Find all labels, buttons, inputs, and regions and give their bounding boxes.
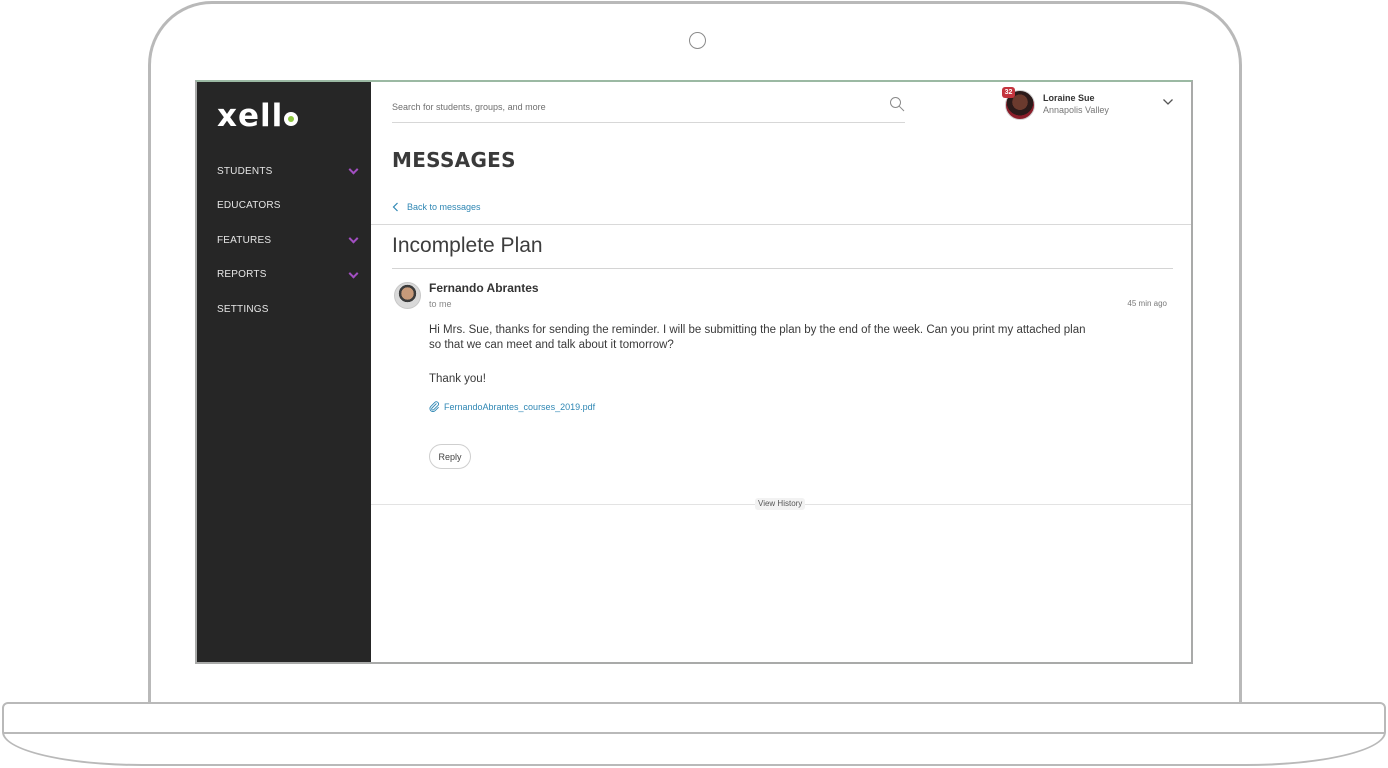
search-bar <box>392 92 905 123</box>
sidebar-item-label: EDUCATORS <box>217 200 281 212</box>
message-closing: Thank you! <box>429 373 486 385</box>
message-body: Hi Mrs. Sue, thanks for sending the remi… <box>429 324 1086 351</box>
sidebar-item-features[interactable]: FEATURES <box>197 223 371 258</box>
sidebar-item-label: SETTINGS <box>217 303 269 315</box>
laptop-base <box>2 702 1386 766</box>
message-subject: Incomplete Plan <box>392 234 543 257</box>
sidebar-item-label: STUDENTS <box>217 165 273 177</box>
back-link-label: Back to messages <box>407 202 481 212</box>
sidebar-item-students[interactable]: STUDENTS <box>197 154 371 189</box>
message-recipient: to me <box>429 299 452 309</box>
reply-button[interactable]: Reply <box>429 444 471 469</box>
sidebar-item-label: REPORTS <box>217 269 267 281</box>
user-menu[interactable]: 32 Loraine Sue Annapolis Valley <box>1002 87 1175 122</box>
sidebar-item-label: FEATURES <box>217 234 272 246</box>
search-icon[interactable] <box>889 96 905 112</box>
logo-o-icon <box>284 112 299 126</box>
sender-name: Fernando Abrantes <box>429 281 539 295</box>
user-school: Annapolis Valley <box>1043 105 1109 115</box>
chevron-down-icon[interactable] <box>1162 98 1174 106</box>
logo-text: xell <box>217 98 284 134</box>
main-content: 32 Loraine Sue Annapolis Valley MESSAGES… <box>371 82 1191 662</box>
view-history-button[interactable]: View History <box>755 498 806 510</box>
page-title: MESSAGES <box>392 148 516 172</box>
chevron-down-icon <box>348 268 359 279</box>
app-screen: xell STUDENTS EDUCATORS FEATURES REPORTS… <box>195 80 1193 664</box>
chevron-down-icon <box>348 233 359 244</box>
camera-icon <box>689 32 706 49</box>
user-name: Loraine Sue <box>1043 93 1095 103</box>
sidebar-item-settings[interactable]: SETTINGS <box>197 292 371 327</box>
attachment-link[interactable]: FernandoAbrantes_courses_2019.pdf <box>429 401 595 412</box>
sidebar: xell STUDENTS EDUCATORS FEATURES REPORTS… <box>197 82 371 662</box>
paperclip-icon <box>429 401 439 412</box>
divider <box>392 268 1173 269</box>
sidebar-item-educators[interactable]: EDUCATORS <box>197 189 371 224</box>
divider <box>371 224 1191 225</box>
laptop-base-edge <box>4 732 1384 734</box>
search-input[interactable] <box>392 98 872 116</box>
chevron-down-icon <box>348 164 359 175</box>
sender-avatar <box>394 282 421 309</box>
message-timestamp: 45 min ago <box>1127 299 1167 308</box>
back-to-messages-link[interactable]: Back to messages <box>392 202 481 212</box>
chevron-left-icon <box>392 202 398 212</box>
sidebar-nav: STUDENTS EDUCATORS FEATURES REPORTS SETT… <box>197 154 371 327</box>
attachment-filename: FernandoAbrantes_courses_2019.pdf <box>444 401 596 412</box>
xello-logo[interactable]: xell <box>217 98 299 134</box>
notification-badge: 32 <box>1002 87 1015 98</box>
sidebar-item-reports[interactable]: REPORTS <box>197 258 371 293</box>
